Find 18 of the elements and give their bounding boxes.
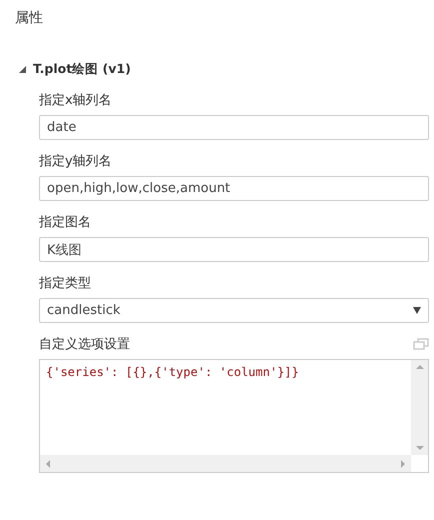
field-label: 指定y轴列名 [39, 152, 112, 170]
expand-icon[interactable] [413, 338, 429, 350]
panel-title: 属性 [14, 9, 44, 28]
field-label: 自定义选项设置 [39, 336, 130, 352]
section-title[interactable]: T.plot绘图 (v1) [33, 60, 131, 78]
field-label: 指定图名 [39, 214, 91, 230]
vertical-scrollbar[interactable] [411, 360, 428, 455]
field-label: 指定类型 [39, 274, 91, 292]
input-field[interactable]: K线图 [39, 237, 429, 262]
input-field[interactable]: open,high,low,close,amount [39, 176, 429, 201]
code-text: {'series': [{},{'type': 'column'}]} [45, 364, 300, 381]
collapse-triangle-icon[interactable] [19, 66, 26, 72]
field-label: 指定x轴列名 [39, 92, 112, 108]
code-editor[interactable]: {'series': [{},{'type': 'column'}]} [39, 359, 429, 473]
type-dropdown[interactable]: candlestick [39, 298, 429, 323]
caret-icon [413, 307, 421, 314]
horizontal-scrollbar[interactable] [40, 455, 411, 472]
input-field[interactable]: date [39, 115, 429, 140]
